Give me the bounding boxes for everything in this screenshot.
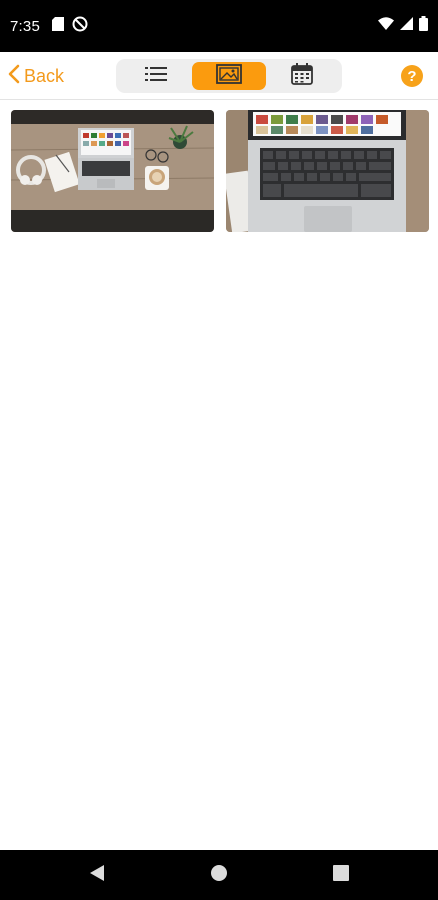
status-right-icons [378, 16, 428, 36]
nav-home-button[interactable] [210, 864, 228, 887]
list-view-icon [144, 66, 167, 87]
screen: 7:35 Back ? [0, 0, 438, 900]
no-disturb-icon [72, 16, 88, 37]
view-switcher [116, 59, 342, 93]
sim-card-icon [52, 16, 64, 36]
photo-laptop-closeup [226, 110, 429, 232]
gallery-image[interactable] [11, 110, 214, 232]
status-time: 7:35 [10, 17, 40, 35]
photo-desk-laptop-overhead [11, 110, 214, 232]
gallery-view-icon [216, 63, 242, 89]
wifi-icon [378, 17, 394, 35]
system-nav-bar [0, 850, 438, 900]
help-icon: ? [407, 67, 417, 85]
gallery-image[interactable] [226, 110, 429, 232]
back-label: Back [24, 65, 65, 86]
chevron-left-icon [8, 64, 20, 89]
recents-nav-icon [333, 864, 349, 886]
status-bar: 7:35 [0, 0, 438, 52]
back-button[interactable]: Back [8, 62, 64, 90]
tab-calendar-view[interactable] [266, 62, 339, 90]
status-left-icons [52, 16, 88, 37]
home-nav-icon [210, 864, 228, 887]
signal-icon [400, 17, 413, 35]
tab-list-view[interactable] [119, 62, 192, 90]
help-button[interactable]: ? [401, 65, 423, 87]
nav-recents-button[interactable] [333, 864, 349, 886]
calendar-view-icon [291, 62, 314, 90]
nav-back-button[interactable] [89, 864, 105, 887]
back-nav-icon [89, 864, 105, 887]
app-bar: Back ? [0, 52, 438, 100]
battery-icon [419, 16, 428, 36]
tab-gallery-view[interactable] [192, 62, 266, 90]
